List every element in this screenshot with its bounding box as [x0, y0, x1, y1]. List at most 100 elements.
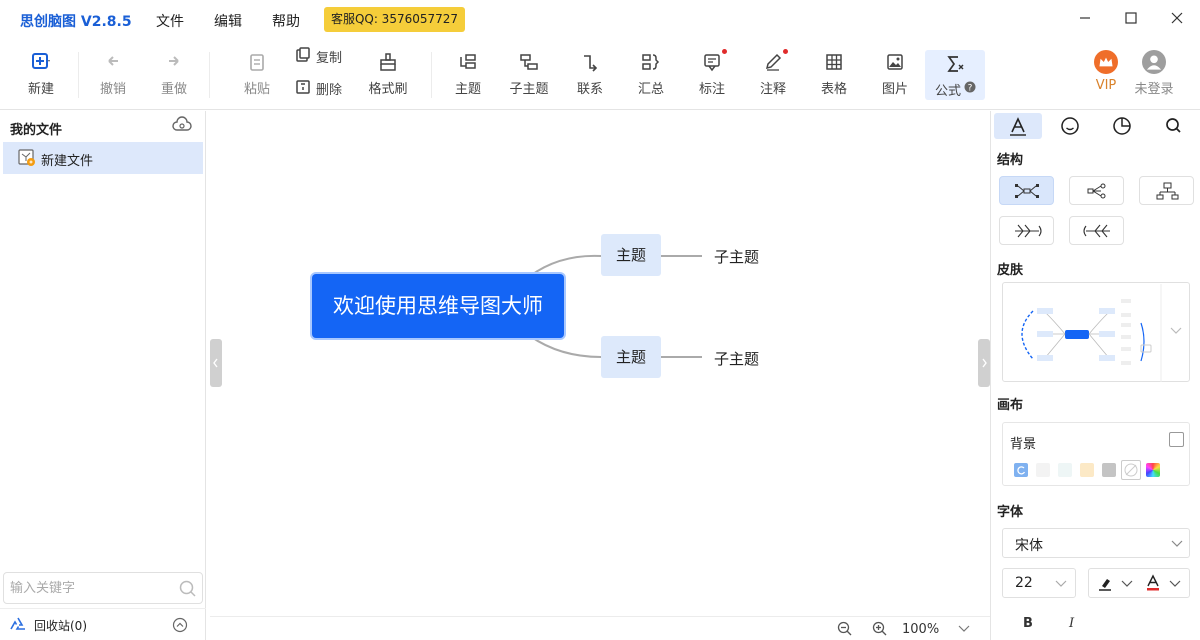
italic-button[interactable]: I [1069, 616, 1074, 631]
collapse-up-icon[interactable] [172, 617, 188, 633]
font-family-select[interactable]: 宋体 [1002, 528, 1190, 558]
close-icon [1171, 12, 1183, 24]
table-label: 表格 [820, 82, 847, 97]
tab-style[interactable] [994, 113, 1042, 139]
redo-icon [169, 56, 179, 66]
maximize-button[interactable] [1116, 6, 1146, 30]
fishbone-left-icon [1083, 224, 1110, 238]
file-item-label: 新建文件 [41, 154, 94, 169]
font-size-select[interactable]: 22 [1002, 568, 1076, 598]
image-button[interactable]: 图片 [867, 48, 923, 98]
chevron-down-icon[interactable] [1121, 580, 1133, 588]
paste-label: 粘贴 [243, 82, 270, 97]
minimize-button[interactable] [1070, 6, 1100, 30]
swatch-custom-color[interactable] [1146, 463, 1160, 477]
swatch-light-gray[interactable] [1036, 463, 1050, 477]
format-painter-button[interactable]: 格式刷 [360, 48, 416, 98]
search-input[interactable] [10, 579, 170, 597]
note-pencil-icon [765, 53, 782, 71]
format-painter-label: 格式刷 [368, 82, 408, 97]
structure-org-button[interactable] [1139, 176, 1194, 205]
bold-button[interactable]: B [1023, 616, 1033, 631]
summary-label: 汇总 [637, 82, 664, 97]
topic-icon [460, 54, 476, 69]
background-checkbox[interactable] [1169, 432, 1184, 447]
swatch-none[interactable] [1121, 460, 1141, 480]
structure-right-button[interactable] [1069, 176, 1124, 205]
zoom-out-icon[interactable] [837, 621, 853, 637]
copy-label: 复制 [316, 51, 343, 66]
undo-button[interactable]: 撤销 [85, 48, 141, 98]
relation-button[interactable]: 联系 [562, 48, 618, 98]
structure-org-icon [1156, 182, 1179, 200]
mindmap-canvas[interactable]: 欢迎使用思维导图大师 主题 主题 子主题 子主题 [210, 111, 990, 616]
help-question-icon[interactable]: ? [964, 81, 976, 93]
font-heading: 字体 [997, 505, 1024, 520]
tab-icons[interactable] [1046, 113, 1094, 139]
swatch-refresh[interactable] [1014, 463, 1028, 477]
summary-icon [642, 54, 660, 70]
chevron-down-icon[interactable] [1169, 580, 1181, 588]
search-icon [1166, 118, 1181, 133]
note-label: 注释 [759, 82, 786, 97]
zoom-in-icon[interactable] [872, 621, 888, 637]
close-button[interactable] [1162, 6, 1192, 30]
menu-help[interactable]: 帮助 [272, 11, 300, 31]
toolbar-divider [209, 52, 210, 98]
subtopic-node[interactable]: 子主题 [714, 246, 759, 267]
tab-search[interactable] [1150, 113, 1198, 139]
delete-button[interactable]: 删除 [295, 77, 355, 99]
structure-mindmap-button[interactable] [999, 176, 1054, 205]
title-bar: 思创脑图 V2.8.5 文件 编辑 帮助 客服QQ: 3576057727 [0, 0, 1200, 40]
skin-preview[interactable] [1002, 282, 1190, 382]
structure-heading: 结构 [997, 153, 1024, 168]
paste-button[interactable]: 粘贴 [229, 48, 285, 98]
chevron-down-icon[interactable] [958, 625, 970, 633]
structure-fishbone-left-button[interactable] [1069, 216, 1124, 245]
menu-file[interactable]: 文件 [156, 11, 184, 31]
paste-icon [250, 54, 264, 71]
text-style-icon [1010, 117, 1026, 136]
swatch-gray[interactable] [1102, 463, 1116, 477]
zoom-level[interactable]: 100% [902, 622, 939, 637]
redo-button[interactable]: 重做 [146, 48, 202, 98]
marker-button[interactable]: 标注 [684, 48, 740, 98]
note-button[interactable]: 注释 [745, 48, 801, 98]
canvas-heading: 画布 [997, 398, 1024, 413]
no-color-icon [1124, 463, 1138, 477]
new-button[interactable]: 新建 [13, 48, 69, 98]
structure-fishbone-right-button[interactable] [999, 216, 1054, 245]
file-item[interactable]: 新建文件 [3, 142, 203, 174]
image-icon [887, 54, 903, 70]
menu-edit[interactable]: 编辑 [214, 11, 242, 31]
structure-mindmap-icon [1015, 184, 1039, 198]
search-icon[interactable] [179, 580, 197, 598]
summary-button[interactable]: 汇总 [623, 48, 679, 98]
support-qq-badge[interactable]: 客服QQ: 3576057727 [324, 7, 465, 32]
root-node[interactable]: 欢迎使用思维导图大师 [312, 274, 564, 338]
tab-theme[interactable] [1098, 113, 1146, 139]
topic-node[interactable]: 主题 [601, 336, 661, 378]
highlight-marker-icon[interactable] [1097, 576, 1115, 592]
app-window: 思创脑图 V2.8.5 文件 编辑 帮助 客服QQ: 3576057727 新建… [0, 0, 1200, 640]
login-button[interactable]: 未登录 [1126, 48, 1182, 98]
topic-button[interactable]: 主题 [440, 48, 496, 98]
cloud-sync-icon[interactable] [172, 116, 192, 134]
subtopic-node[interactable]: 子主题 [714, 348, 759, 369]
chevron-down-icon [1055, 580, 1067, 587]
recycle-label: 回收站(0) [34, 619, 87, 633]
font-color-icon[interactable] [1145, 574, 1161, 592]
subtopic-button[interactable]: 子主题 [501, 48, 557, 98]
search-box[interactable] [3, 572, 203, 604]
table-button[interactable]: 表格 [806, 48, 862, 98]
copy-button[interactable]: 复制 [295, 45, 355, 67]
swatch-cream[interactable] [1080, 463, 1094, 477]
swatch-mint[interactable] [1058, 463, 1072, 477]
topic-node[interactable]: 主题 [601, 234, 661, 276]
undo-icon [108, 56, 118, 66]
recycle-bin[interactable]: 回收站(0) [0, 608, 206, 640]
image-label: 图片 [881, 82, 908, 97]
undo-label: 撤销 [99, 82, 126, 97]
new-plus-icon [32, 53, 50, 69]
formula-button[interactable]: 公式 ? [925, 50, 985, 100]
